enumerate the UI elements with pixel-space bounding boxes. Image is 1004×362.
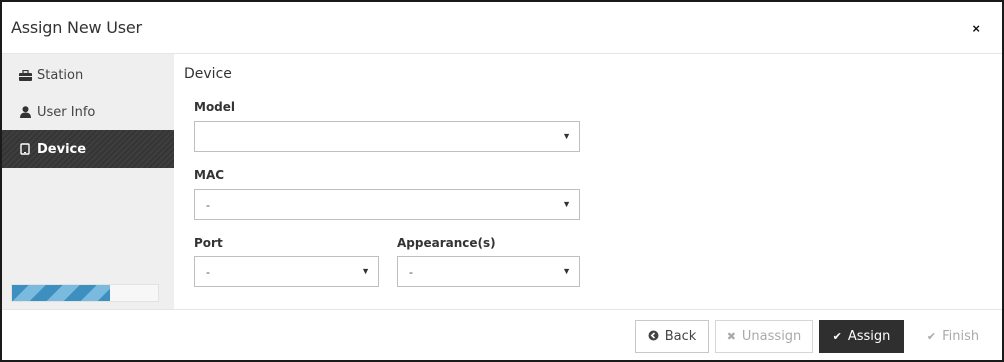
finish-button[interactable]: ✔ Finish bbox=[918, 320, 988, 353]
back-circle-icon bbox=[648, 330, 659, 344]
progress-fill bbox=[12, 285, 110, 301]
sidebar-item-label: User Info bbox=[37, 104, 96, 120]
chevron-down-icon: ▼ bbox=[562, 266, 571, 276]
dialog-title: Assign New User bbox=[11, 18, 142, 37]
chevron-down-icon: ▼ bbox=[361, 266, 370, 276]
back-label: Back bbox=[664, 329, 697, 344]
chevron-down-icon: ▼ bbox=[562, 199, 571, 209]
model-label: Model bbox=[194, 100, 236, 114]
unassign-label: Unassign bbox=[741, 329, 802, 344]
wizard-progress-bar bbox=[11, 284, 159, 302]
port-select[interactable]: - ▼ bbox=[194, 256, 379, 287]
back-button[interactable]: Back bbox=[635, 320, 709, 353]
assign-button[interactable]: ✔ Assign bbox=[819, 320, 904, 353]
appearance-select[interactable]: - ▼ bbox=[397, 256, 580, 287]
chevron-down-icon: ▼ bbox=[562, 131, 571, 141]
briefcase-icon bbox=[18, 69, 32, 81]
close-icon: ✖ bbox=[726, 330, 736, 343]
sidebar-item-user-info[interactable]: User Info bbox=[2, 93, 174, 131]
check-icon: ✔ bbox=[832, 330, 842, 343]
dialog-header: Assign New User × bbox=[2, 2, 1002, 54]
user-icon bbox=[18, 106, 32, 118]
device-form: Device Model ▼ MAC - ▼ Port - ▼ Appearan… bbox=[174, 54, 1002, 309]
check-icon: ✔ bbox=[926, 330, 937, 343]
assign-user-dialog: Assign New User × Station User Info Devi… bbox=[0, 0, 1004, 362]
appearance-value: - bbox=[409, 264, 413, 279]
mac-value: - bbox=[206, 197, 210, 212]
sidebar-item-label: Station bbox=[37, 67, 84, 83]
assign-label: Assign bbox=[847, 329, 891, 344]
finish-label: Finish bbox=[942, 329, 980, 344]
unassign-button[interactable]: ✖ Unassign bbox=[715, 320, 813, 353]
model-select[interactable]: ▼ bbox=[194, 121, 580, 152]
port-label: Port bbox=[194, 236, 223, 250]
section-title: Device bbox=[184, 66, 232, 82]
appearance-label: Appearance(s) bbox=[397, 236, 496, 250]
port-value: - bbox=[206, 264, 210, 279]
tablet-icon bbox=[18, 143, 32, 155]
sidebar-item-label: Device bbox=[37, 141, 87, 157]
sidebar-item-station[interactable]: Station bbox=[2, 56, 174, 94]
dialog-footer: Back ✖ Unassign ✔ Assign ✔ Finish bbox=[2, 309, 1002, 360]
close-icon[interactable]: × bbox=[972, 21, 980, 36]
mac-select[interactable]: - ▼ bbox=[194, 189, 580, 220]
mac-label: MAC bbox=[194, 168, 225, 182]
wizard-sidebar: Station User Info Device bbox=[2, 54, 174, 309]
sidebar-item-device[interactable]: Device bbox=[2, 130, 174, 168]
